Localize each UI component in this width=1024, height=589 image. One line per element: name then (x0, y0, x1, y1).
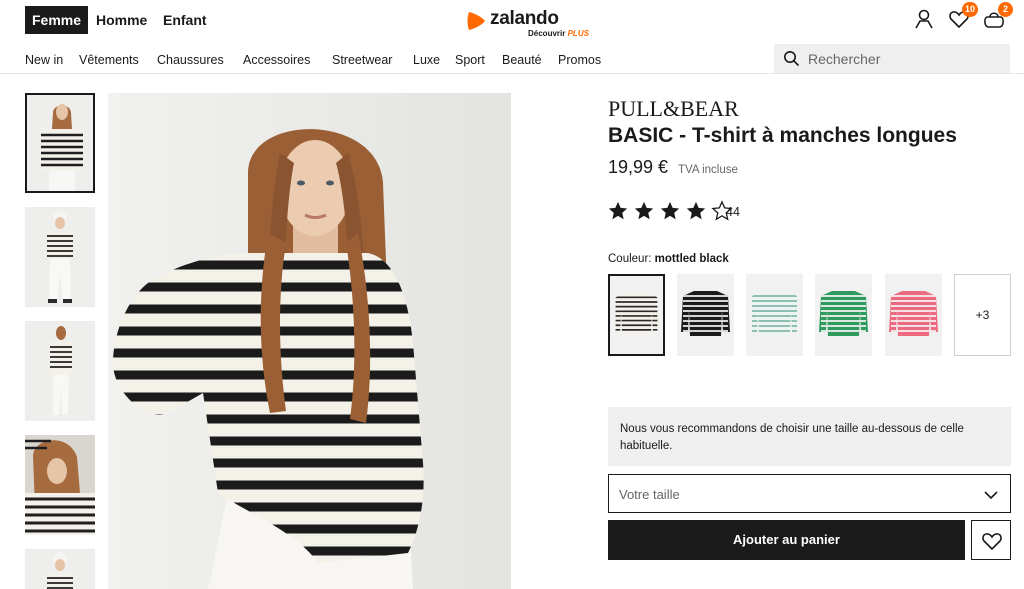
size-dropdown-placeholder: Votre taille (619, 487, 680, 502)
thumbnail-photo (25, 207, 95, 307)
product-price: 19,99 € (608, 157, 669, 177)
add-to-wishlist-button[interactable] (971, 520, 1011, 560)
top-bar: Femme Homme Enfant zalando Découvrir PLU… (0, 0, 1024, 40)
nav-item-accessoires[interactable]: Accessoires (243, 53, 310, 67)
gallery-thumbnail[interactable] (25, 321, 95, 421)
swatch-shirt-image (681, 291, 730, 336)
color-swatch[interactable] (815, 274, 872, 356)
selected-color-name: mottled black (654, 253, 729, 265)
vat-note: TVA incluse (678, 164, 738, 176)
thumbnail-photo (25, 435, 95, 535)
tab-femme[interactable]: Femme (25, 6, 89, 34)
tab-enfant[interactable]: Enfant (156, 6, 214, 34)
color-swatch[interactable] (608, 274, 665, 356)
search-bar (774, 44, 1010, 73)
category-nav: New in Vêtements Chaussures Accessoires … (0, 44, 1024, 74)
swatch-shirt-image (889, 291, 938, 336)
nav-item-vetements[interactable]: Vêtements (79, 53, 139, 67)
swatch-shirt-image (750, 291, 799, 336)
chevron-down-icon (984, 491, 998, 500)
swatch-shirt-image (819, 291, 868, 336)
star-filled-icon (608, 201, 628, 220)
color-swatch[interactable] (746, 274, 803, 356)
model-photo (108, 93, 511, 589)
gallery-thumbnail[interactable] (25, 93, 95, 193)
swatch-shirt-image (613, 292, 660, 335)
wishlist-count-badge: 10 (961, 2, 978, 17)
zalando-logo-mark-icon (467, 12, 485, 30)
nav-item-new-in[interactable]: New in (25, 53, 63, 67)
nav-item-sport[interactable]: Sport (455, 53, 485, 67)
more-colors-button[interactable]: +3 (954, 274, 1011, 356)
bag-button[interactable]: 2 (983, 2, 1013, 30)
search-input[interactable] (808, 44, 1004, 73)
brand-name[interactable]: PULL&BEAR (608, 96, 739, 122)
heart-icon (982, 533, 1002, 551)
nav-item-promos[interactable]: Promos (558, 53, 601, 67)
zalando-logo[interactable]: zalando Découvrir PLUS (466, 8, 596, 40)
color-swatch[interactable] (885, 274, 942, 356)
gallery-thumbnail[interactable] (25, 435, 95, 535)
user-icon (915, 9, 933, 29)
thumbnail-photo (27, 95, 93, 191)
nav-item-luxe[interactable]: Luxe (413, 53, 440, 67)
main-product-photo[interactable] (108, 93, 511, 589)
search-icon (784, 51, 800, 67)
gallery-thumbnail[interactable] (25, 549, 95, 589)
nav-item-chaussures[interactable]: Chaussures (157, 53, 224, 67)
gallery-thumbnail[interactable] (25, 207, 95, 307)
account-button[interactable] (913, 8, 935, 30)
add-to-cart-button[interactable]: Ajouter au panier (608, 520, 965, 560)
size-dropdown[interactable]: Votre taille (608, 474, 1011, 513)
product-title: BASIC - T-shirt à manches longues (608, 124, 957, 147)
logo-wordmark: zalando (490, 8, 559, 29)
star-filled-icon (660, 201, 680, 220)
logo-subtitle: Découvrir PLUS (528, 29, 589, 38)
tab-homme[interactable]: Homme (89, 6, 154, 34)
color-label: Couleur: mottled black (608, 253, 729, 265)
bag-count-badge: 2 (998, 2, 1013, 17)
star-filled-icon (634, 201, 654, 220)
review-count[interactable]: 44 (726, 205, 740, 219)
star-filled-icon (686, 201, 706, 220)
thumbnail-photo (25, 549, 95, 589)
color-swatch[interactable] (677, 274, 734, 356)
thumbnail-photo (25, 321, 95, 421)
nav-item-beaute[interactable]: Beauté (502, 53, 542, 67)
wishlist-button[interactable]: 10 (948, 2, 978, 30)
size-advice-banner: Nous vous recommandons de choisir une ta… (608, 407, 1011, 466)
nav-item-streetwear[interactable]: Streetwear (332, 53, 392, 67)
